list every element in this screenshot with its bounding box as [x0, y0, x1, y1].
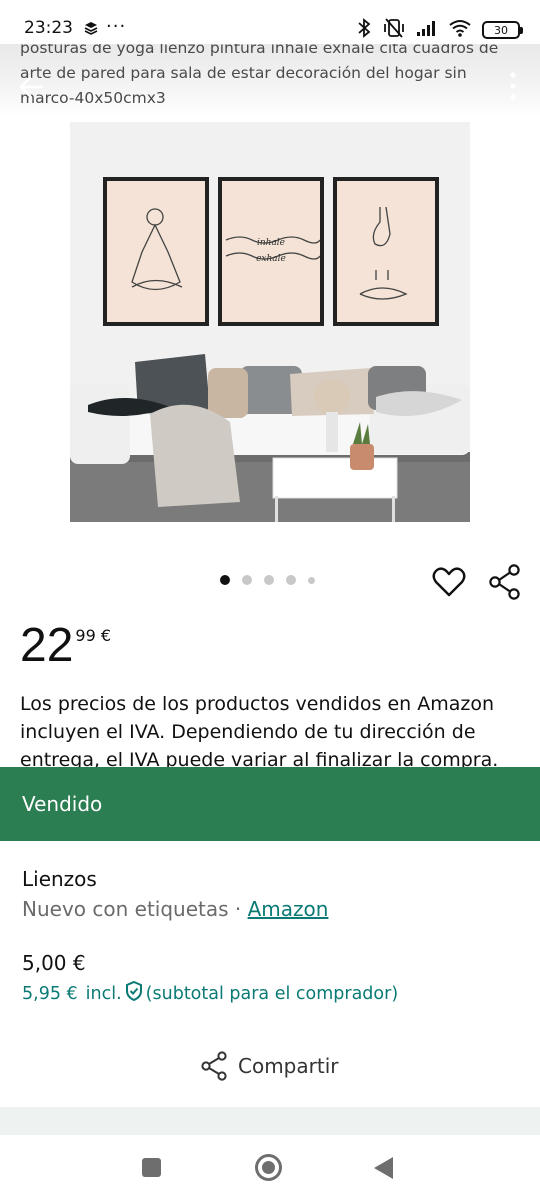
recent-apps-button[interactable] [142, 1158, 161, 1177]
poster-word-inhale: inhale [257, 238, 285, 248]
divider-band [0, 1107, 540, 1135]
condition-text: Nuevo con etiquetas · [22, 897, 248, 921]
poster-word-exhale: exhale [256, 254, 286, 264]
arrow-left-icon [19, 76, 44, 98]
sold-price: 5,00 € [22, 951, 86, 975]
share-action[interactable]: Compartir [200, 1051, 338, 1081]
carousel-dot[interactable] [220, 575, 230, 585]
favorite-button[interactable] [432, 566, 466, 598]
product-image[interactable]: inhale exhale [70, 122, 470, 522]
buyer-price-line: 5,95 € incl. (subtotal para el comprador… [22, 980, 398, 1007]
vat-note: Los precios de los productos vendidos en… [20, 693, 499, 770]
sold-banner: Vendido [0, 767, 540, 841]
sold-details-sheet: Lienzos Nuevo con etiquetas · Amazon 5,0… [0, 841, 540, 1107]
carousel-indicator [220, 575, 315, 585]
back-button[interactable] [16, 72, 46, 102]
status-time: 23:23 [24, 18, 73, 38]
price-fraction: 99 € [75, 626, 112, 645]
layers-icon [84, 20, 98, 39]
vibrate-off-icon [382, 17, 406, 43]
carousel-dot[interactable] [264, 575, 274, 585]
battery-indicator: 30 [482, 21, 523, 39]
bluetooth-icon [356, 18, 372, 42]
share-label: Compartir [238, 1054, 339, 1078]
system-nav-bar [0, 1135, 540, 1200]
sold-label: Vendido [22, 792, 103, 816]
carousel-dot[interactable] [242, 575, 252, 585]
category-title: Lienzos [22, 867, 97, 891]
buyer-incl: incl. [85, 983, 122, 1004]
product-title-bar: posturas de yoga lienzo pintura inhale e… [0, 44, 540, 116]
system-back-button[interactable] [374, 1157, 393, 1179]
condition-line: Nuevo con etiquetas · Amazon [22, 897, 328, 921]
product-price: 22 99 € [20, 620, 111, 672]
home-button[interactable] [255, 1154, 282, 1181]
carousel-dot[interactable] [308, 576, 315, 584]
status-more: ··· [106, 16, 127, 37]
wifi-icon [448, 19, 472, 41]
carousel-dot[interactable] [286, 575, 296, 585]
price-whole: 22 [20, 619, 74, 672]
more-vertical-icon [510, 72, 516, 100]
signal-icon [416, 19, 438, 41]
amazon-link[interactable]: Amazon [248, 897, 329, 921]
share-button[interactable] [488, 564, 522, 600]
more-options-button[interactable] [506, 70, 520, 102]
share-icon [489, 564, 520, 600]
buyer-subtotal: (subtotal para el comprador) [145, 983, 399, 1004]
heart-icon [432, 567, 466, 597]
shield-check-icon[interactable] [124, 980, 144, 1007]
buyer-price: 5,95 € [22, 983, 78, 1004]
product-title: posturas de yoga lienzo pintura inhale e… [20, 44, 499, 107]
share-icon [201, 1051, 227, 1081]
